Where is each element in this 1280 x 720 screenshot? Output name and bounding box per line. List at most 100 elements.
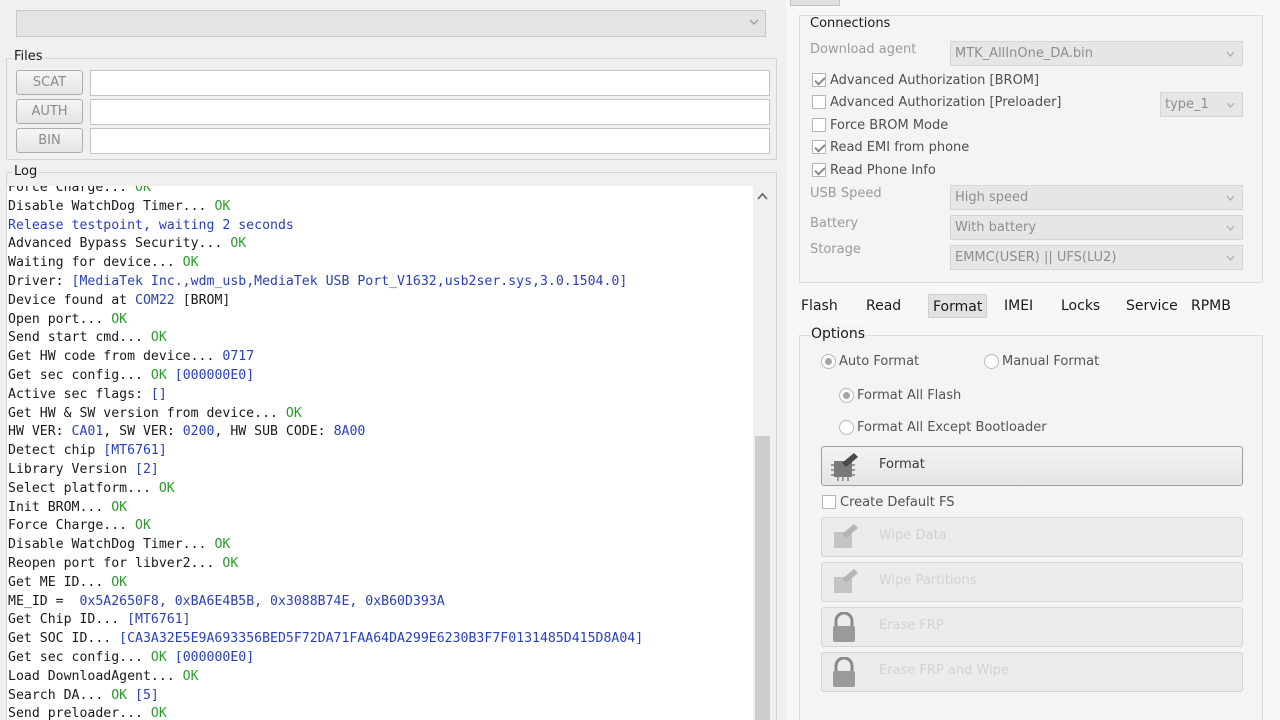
checkbox-label: Advanced Authorization [BROM] <box>830 72 1040 88</box>
log-segment: OK <box>158 480 175 496</box>
erase-frp-wipe-button[interactable]: Erase FRP and Wipe <box>821 652 1243 692</box>
log-line: Release testpoint, waiting 2 seconds <box>8 217 294 236</box>
log-output[interactable]: Force Charge... OK Disable WatchDog Timer… <box>7 186 753 720</box>
log-segment: Select platform... <box>8 480 159 496</box>
log-segment: 0717 <box>222 349 255 365</box>
log-segment: OK <box>135 518 151 534</box>
adv-auth-preloader-checkbox[interactable]: Advanced Authorization [Preloader] <box>812 93 1062 111</box>
log-segment: ME_ID = <box>8 593 80 609</box>
scat-button[interactable]: SCAT <box>16 70 83 95</box>
log-segment: OK <box>230 236 247 252</box>
log-segment: [000000E0] <box>166 368 255 383</box>
log-segment: OK <box>111 499 128 515</box>
read-emi-checkbox[interactable]: Read EMI from phone <box>812 138 969 156</box>
tab-service[interactable]: Service <box>1122 294 1182 318</box>
log-segment: OK <box>111 574 128 590</box>
log-segment: OK <box>150 330 167 346</box>
preloader-type-select[interactable]: type_1 <box>1160 92 1243 117</box>
log-line: ME_ID = 0x5A2650F8, 0xBA6E4B5B, 0x3088B7… <box>8 593 445 612</box>
chevron-down-icon <box>749 19 759 25</box>
download-agent-select[interactable]: MTK_AllInOne_DA.bin <box>950 41 1243 66</box>
log-segment: [5] <box>127 687 159 703</box>
connections-title: Connections <box>810 16 891 31</box>
log-segment: Advanced Bypass Security... <box>8 236 231 252</box>
wipe-partitions-button[interactable]: Wipe Partitions <box>821 562 1243 602</box>
format-all-except-bootloader-radio[interactable]: Format All Except Bootloader <box>839 418 1047 436</box>
scroll-up-arrow-icon[interactable] <box>757 192 768 200</box>
scrollbar-thumb[interactable] <box>755 436 770 720</box>
chevron-down-icon <box>1226 255 1235 261</box>
bin-button[interactable]: BIN <box>16 128 83 153</box>
force-brom-checkbox[interactable]: Force BROM Mode <box>812 116 948 134</box>
log-segment: Send start cmd... <box>8 330 151 346</box>
lock-frp-icon <box>833 612 855 642</box>
checkbox-box[interactable] <box>822 495 836 509</box>
log-scrollbar[interactable] <box>753 186 772 720</box>
log-line: Get HW code from device... 0717 <box>8 348 254 367</box>
top-tab-2[interactable] <box>843 0 893 6</box>
checkbox-box[interactable] <box>812 118 826 132</box>
log-line: Send start cmd... OK <box>8 329 167 348</box>
download-agent-label: Download agent <box>810 42 917 57</box>
log-segment: Get ME ID... <box>8 574 112 590</box>
auth-button[interactable]: AUTH <box>16 99 83 124</box>
log-segment: 8A00 <box>333 424 366 440</box>
log-segment: CA01 <box>71 424 104 440</box>
log-segment: Open port... <box>8 311 112 327</box>
log-segment: [000000E0] <box>166 650 255 665</box>
auth-path-field[interactable] <box>90 99 770 125</box>
tab-read[interactable]: Read <box>862 294 905 318</box>
storage-value: EMMC(USER) || UFS(LU2) <box>955 250 1117 265</box>
log-line: Reopen port for libver2... OK <box>8 555 238 574</box>
create-default-fs-checkbox[interactable]: Create Default FS <box>822 493 954 511</box>
format-all-flash-radio[interactable]: Format All Flash <box>839 386 961 404</box>
log-segment: [] <box>150 386 167 402</box>
manual-format-radio[interactable]: Manual Format <box>984 352 1099 370</box>
format-button[interactable]: Format <box>821 446 1243 486</box>
checkbox-box[interactable] <box>812 95 826 109</box>
battery-select[interactable]: With battery <box>950 215 1243 240</box>
log-segment: Waiting for device... <box>8 255 183 271</box>
checkbox-box[interactable] <box>812 73 826 87</box>
platform-select[interactable] <box>16 10 766 37</box>
tab-locks[interactable]: Locks <box>1057 294 1104 318</box>
options-title: Options <box>810 326 867 342</box>
erase-frp-label: Erase FRP <box>879 618 944 633</box>
wipe-data-button[interactable]: Wipe Data <box>821 517 1243 557</box>
top-tab-1[interactable] <box>790 0 840 6</box>
radio-dot[interactable] <box>821 353 836 369</box>
log-line: Get Chip ID... [MT6761] <box>8 611 191 630</box>
checkbox-box[interactable] <box>812 140 826 154</box>
log-line: Disable WatchDog Timer... OK <box>8 198 230 217</box>
log-segment: Force Charge... <box>8 186 136 195</box>
tab-flash[interactable]: Flash <box>797 294 842 318</box>
tab-rpmb[interactable]: RPMB <box>1187 294 1235 318</box>
log-segment: [MT6761] <box>127 612 191 628</box>
log-line: Get ME ID... OK <box>8 574 127 593</box>
radio-dot[interactable] <box>839 419 854 435</box>
adv-auth-brom-checkbox[interactable]: Advanced Authorization [BROM] <box>812 71 1039 89</box>
usb-speed-value: High speed <box>955 190 1029 205</box>
tab-imei[interactable]: IMEI <box>1000 294 1037 318</box>
scat-path-field[interactable] <box>90 70 770 96</box>
checkbox-box[interactable] <box>812 163 826 177</box>
bin-path-field[interactable] <box>90 128 770 154</box>
log-line: Library Version [2] <box>8 461 159 480</box>
log-segment: Detect chip <box>8 443 104 459</box>
radio-dot[interactable] <box>839 387 854 403</box>
storage-select[interactable]: EMMC(USER) || UFS(LU2) <box>950 245 1243 270</box>
log-segment: OK <box>150 368 167 383</box>
log-segment: Release testpoint, waiting 2 seconds <box>8 217 294 233</box>
log-line: Open port... OK <box>8 311 127 330</box>
log-segment: Library Version <box>8 462 136 477</box>
log-line: Get sec config... OK [000000E0] <box>8 649 254 668</box>
erase-frp-button[interactable]: Erase FRP <box>821 607 1243 647</box>
auto-format-radio[interactable]: Auto Format <box>821 352 919 370</box>
radio-dot[interactable] <box>984 353 999 369</box>
usb-speed-select[interactable]: High speed <box>950 185 1243 210</box>
tab-format[interactable]: Format <box>928 294 988 318</box>
log-line: Force Charge... OK <box>8 517 151 536</box>
log-line: Active sec flags: [] <box>8 386 167 405</box>
log-line: Get HW & SW version from device... OK <box>8 405 302 424</box>
read-phone-info-checkbox[interactable]: Read Phone Info <box>812 161 936 179</box>
